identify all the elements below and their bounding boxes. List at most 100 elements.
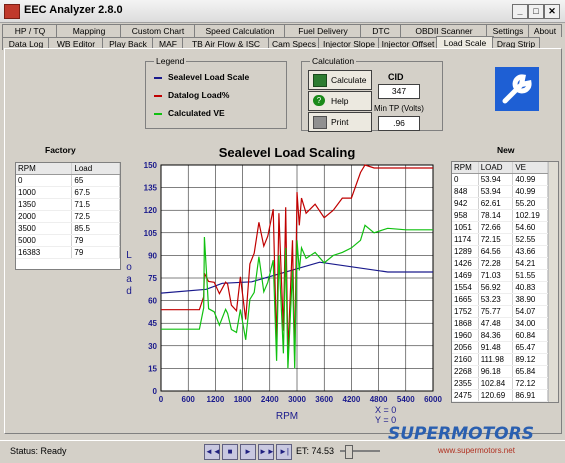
tab-dtc[interactable]: DTC [360, 24, 402, 37]
table-cell[interactable]: 89.12 [512, 353, 548, 366]
new-table[interactable]: RPM LOAD VE 0 53.94 40.99 848 53.94 40.99 942 62.6… [451, 161, 559, 403]
table-cell[interactable]: 52.55 [512, 233, 548, 246]
table-cell[interactable]: 1289 [452, 245, 479, 258]
table-cell[interactable]: 2355 [452, 377, 479, 390]
table-cell[interactable]: 1665 [452, 293, 479, 306]
playback-slider-thumb[interactable] [345, 445, 353, 459]
playback-button-0[interactable]: ◄◄ [204, 444, 221, 460]
table-cell[interactable]: 0 [16, 174, 73, 187]
table-cell[interactable]: 1752 [452, 305, 479, 318]
table-cell[interactable]: 34.00 [512, 317, 548, 330]
table-cell[interactable]: 91.48 [478, 341, 514, 354]
table-cell[interactable]: 40.99 [512, 173, 548, 186]
tab-about[interactable]: About [528, 24, 562, 37]
playback-button-3[interactable]: ►► [258, 444, 275, 460]
table-cell[interactable]: 53.94 [478, 173, 514, 186]
table-cell[interactable]: 102.84 [478, 377, 514, 390]
table-cell[interactable]: 84.36 [478, 329, 514, 342]
tab-fuel-delivery[interactable]: Fuel Delivery [284, 24, 362, 37]
table-cell[interactable]: 75.77 [478, 305, 514, 318]
table-cell[interactable]: 78.14 [478, 209, 514, 222]
table-cell[interactable]: 2160 [452, 353, 479, 366]
table-row[interactable]: 2475 120.69 86.91 [452, 389, 548, 402]
table-row[interactable]: 2000 72.5 [16, 210, 120, 223]
playback-button-2[interactable]: ► [240, 444, 256, 460]
table-row[interactable]: 1289 64.56 43.66 [452, 245, 548, 258]
maximize-icon[interactable]: □ [528, 4, 544, 19]
table-row[interactable]: 0 65 [16, 174, 120, 187]
table-cell[interactable]: 72.12 [512, 377, 548, 390]
table-cell[interactable]: 54.07 [512, 305, 548, 318]
table-cell[interactable]: 958 [452, 209, 479, 222]
table-cell[interactable]: 2475 [452, 389, 479, 402]
tab-speed-calculation[interactable]: Speed Calculation [194, 24, 286, 37]
table-cell[interactable]: 67.5 [71, 186, 120, 199]
table-row[interactable]: 3500 85.5 [16, 222, 120, 235]
table-row[interactable]: 1000 67.5 [16, 186, 120, 199]
factory-table[interactable]: RPM Load 0 65 1000 67.5 1350 71.5 2000 72.5 3500 85… [15, 162, 121, 270]
table-cell[interactable]: 62.61 [478, 197, 514, 210]
table-cell[interactable]: 40.83 [512, 281, 548, 294]
tab-hp-tq[interactable]: HP / TQ [2, 24, 58, 37]
calculate-button[interactable]: Calculate [308, 70, 372, 90]
table-row[interactable]: 2268 96.18 65.84 [452, 365, 548, 378]
table-cell[interactable]: 71.5 [71, 198, 120, 211]
table-cell[interactable]: 65.84 [512, 365, 548, 378]
table-cell[interactable]: 72.5 [71, 210, 120, 223]
table-cell[interactable]: 72.28 [478, 257, 514, 270]
table-row[interactable]: 1426 72.28 54.21 [452, 257, 548, 270]
table-row[interactable]: 1350 71.5 [16, 198, 120, 211]
tab-mapping[interactable]: Mapping [56, 24, 122, 37]
table-cell[interactable]: 53.23 [478, 293, 514, 306]
help-button[interactable]: ? Help [308, 91, 372, 111]
table-cell[interactable]: 942 [452, 197, 479, 210]
table-cell[interactable]: 96.18 [478, 365, 514, 378]
wrench-icon[interactable] [495, 67, 539, 111]
playback-button-4[interactable]: ►| [276, 444, 292, 460]
table-cell[interactable]: 1960 [452, 329, 479, 342]
table-cell[interactable]: 43.66 [512, 245, 548, 258]
table-cell[interactable]: 47.48 [478, 317, 514, 330]
table-cell[interactable]: 16383 [16, 246, 73, 259]
table-cell[interactable]: 55.20 [512, 197, 548, 210]
table-cell[interactable]: 65 [71, 174, 120, 187]
table-row[interactable]: 1868 47.48 34.00 [452, 317, 548, 330]
table-cell[interactable]: 102.19 [512, 209, 548, 222]
table-cell[interactable]: 1000 [16, 186, 73, 199]
table-row[interactable]: 1469 71.03 51.55 [452, 269, 548, 282]
table-cell[interactable]: 71.03 [478, 269, 514, 282]
table-row[interactable]: 1051 72.66 54.60 [452, 221, 548, 234]
table-row[interactable]: 16383 79 [16, 246, 120, 259]
close-icon[interactable]: ✕ [544, 4, 560, 19]
table-cell[interactable]: 54.21 [512, 257, 548, 270]
table-row[interactable]: 1960 84.36 60.84 [452, 329, 548, 342]
table-cell[interactable]: 5000 [16, 234, 73, 247]
table-cell[interactable]: 51.55 [512, 269, 548, 282]
table-row[interactable]: 1752 75.77 54.07 [452, 305, 548, 318]
table-row[interactable]: 958 78.14 102.19 [452, 209, 548, 222]
tab-custom-chart[interactable]: Custom Chart [120, 24, 196, 37]
table-cell[interactable]: 79 [71, 234, 120, 247]
table-row[interactable]: 0 53.94 40.99 [452, 173, 548, 186]
table-cell[interactable]: 3500 [16, 222, 73, 235]
table-cell[interactable]: 1554 [452, 281, 479, 294]
minimize-icon[interactable]: _ [512, 4, 528, 19]
new-table-scrollbar[interactable] [548, 162, 558, 402]
table-cell[interactable]: 54.60 [512, 221, 548, 234]
table-cell[interactable]: 86.91 [512, 389, 548, 402]
table-row[interactable]: 5000 79 [16, 234, 120, 247]
table-cell[interactable]: 65.47 [512, 341, 548, 354]
table-cell[interactable]: 64.56 [478, 245, 514, 258]
table-cell[interactable]: 56.92 [478, 281, 514, 294]
table-cell[interactable]: 1350 [16, 198, 73, 211]
table-cell[interactable]: 2056 [452, 341, 479, 354]
table-cell[interactable]: 1469 [452, 269, 479, 282]
table-cell[interactable]: 1174 [452, 233, 479, 246]
table-cell[interactable]: 60.84 [512, 329, 548, 342]
min-tp-field[interactable]: .96 [378, 116, 420, 131]
table-cell[interactable]: 2268 [452, 365, 479, 378]
table-row[interactable]: 942 62.61 55.20 [452, 197, 548, 210]
table-cell[interactable]: 40.99 [512, 185, 548, 198]
table-cell[interactable]: 111.98 [478, 353, 514, 366]
table-cell[interactable]: 2000 [16, 210, 73, 223]
